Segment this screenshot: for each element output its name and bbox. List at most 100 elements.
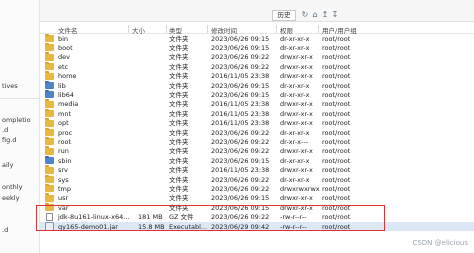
history-button[interactable]: 历史	[272, 10, 296, 21]
file-owner: root/root	[322, 100, 351, 109]
column-separator[interactable]	[276, 25, 277, 33]
jar-file-icon	[45, 222, 54, 231]
table-row[interactable]: srv 文件夹 2016/11/05 23:38 drwxr-xr-x root/roo…	[40, 165, 474, 175]
file-permissions: drwxr-xr-x	[280, 147, 313, 156]
file-type: 文件夹	[169, 43, 189, 52]
file-owner: root/root	[322, 156, 351, 165]
file-type: 文件夹	[169, 72, 189, 81]
file-permissions: dr-xr-xr-x	[280, 90, 310, 99]
table-row[interactable]: dev 文件夹 2023/06/26 09:22 drwxr-xr-x root/roo…	[40, 52, 474, 62]
folder-link-icon	[45, 155, 54, 165]
table-row[interactable]: usr 文件夹 2023/06/26 09:15 drwxr-xr-x root/roo…	[40, 193, 474, 203]
file-modified: 2023/06/29 09:42	[211, 222, 270, 231]
refresh-icon[interactable]: ↻	[301, 10, 309, 20]
file-modified: 2023/06/26 09:15	[211, 194, 270, 203]
column-separator[interactable]	[166, 25, 167, 33]
file-permissions: drwxrwxrwx	[280, 184, 320, 193]
table-row[interactable]: lib 文件夹 2023/06/26 09:15 dr-xr-xr-x root/roo…	[40, 80, 474, 90]
left-pane: tives ompletio .d fig.d aily onthly eekl…	[0, 0, 40, 253]
file-modified: 2023/06/26 09:15	[211, 203, 270, 212]
table-row[interactable]: mnt 文件夹 2016/11/05 23:38 drwxr-xr-x root/roo…	[40, 108, 474, 118]
left-item[interactable]: .d	[2, 126, 8, 134]
table-row[interactable]: home 文件夹 2016/11/05 23:38 drwxr-xr-x root/ro…	[40, 71, 474, 81]
file-owner: root/root	[322, 184, 351, 193]
file-modified: 2023/06/26 09:22	[211, 62, 270, 71]
table-row[interactable]: run 文件夹 2023/06/26 09:22 drwxr-xr-x root/roo…	[40, 146, 474, 156]
folder-icon	[45, 183, 54, 193]
folder-link-icon	[45, 89, 54, 99]
table-row[interactable]: sbin 文件夹 2023/06/26 09:15 dr-xr-xr-x root/ro…	[40, 155, 474, 165]
left-item[interactable]: eekly	[2, 194, 19, 202]
file-type: 文件夹	[169, 175, 189, 184]
file-modified: 2023/06/26 09:15	[211, 43, 270, 52]
left-item[interactable]: tives	[2, 82, 18, 90]
left-item[interactable]: aily	[2, 161, 13, 169]
file-name: dev	[58, 53, 70, 62]
left-item[interactable]: fig.d	[2, 136, 16, 144]
table-row[interactable]: bin 文件夹 2023/06/26 09:15 dr-xr-xr-x root/roo…	[40, 33, 474, 43]
table-row[interactable]: tmp 文件夹 2023/06/26 09:22 drwxrwxrwx root/roo…	[40, 183, 474, 193]
table-row[interactable]: jdk-8u161-linux-x64... 181 MB GZ 文件 2023/06…	[40, 213, 474, 222]
column-separator[interactable]	[318, 25, 319, 33]
file-permissions: dr-xr-xr-x	[280, 175, 310, 184]
file-type: 文件夹	[169, 128, 189, 137]
table-row[interactable]: var 文件夹 2023/06/26 09:15 drwxr-xr-x root/roo…	[40, 202, 474, 212]
file-name: proc	[58, 128, 73, 137]
file-name: tmp	[58, 184, 72, 193]
file-name: mnt	[58, 109, 71, 118]
table-row[interactable]: sys 文件夹 2023/06/26 09:22 dr-xr-xr-x root/roo…	[40, 174, 474, 184]
file-size: 181 MB	[138, 213, 163, 222]
file-owner: root/root	[322, 34, 351, 43]
file-permissions: drwxr-xr-x	[280, 119, 313, 128]
left-item[interactable]: ompletio	[2, 116, 31, 124]
file-name: srv	[58, 166, 68, 175]
file-name: sys	[58, 175, 69, 184]
file-name: run	[58, 147, 69, 156]
folder-icon	[45, 202, 54, 212]
file-modified: 2016/11/05 23:38	[211, 100, 270, 109]
file-owner: root/root	[322, 203, 351, 212]
file-permissions: drwxr-xr-x	[280, 62, 313, 71]
table-row[interactable]: etc 文件夹 2023/06/26 09:22 drwxr-xr-x root/roo…	[40, 61, 474, 71]
column-separator[interactable]	[128, 25, 129, 33]
upload-icon[interactable]: ↥	[321, 10, 329, 20]
file-modified: 2016/11/05 23:38	[211, 72, 270, 81]
file-modified: 2023/06/26 09:22	[211, 213, 270, 222]
left-item[interactable]: .d	[2, 226, 8, 234]
file-type: 文件夹	[169, 100, 189, 109]
file-type: 文件夹	[169, 62, 189, 71]
folder-icon	[45, 127, 54, 136]
file-permissions: dr-xr-x---	[280, 137, 309, 146]
file-modified: 2023/06/26 09:15	[211, 90, 270, 99]
file-name: home	[58, 72, 77, 81]
table-row[interactable]: lib64 文件夹 2023/06/26 09:15 dr-xr-xr-x root/r…	[40, 89, 474, 99]
file-owner: root/root	[322, 90, 351, 99]
folder-icon	[45, 118, 54, 127]
file-name: usr	[58, 194, 69, 203]
file-permissions: dr-xr-xr-x	[280, 43, 310, 52]
file-type: 文件夹	[169, 203, 189, 212]
folder-icon	[45, 52, 54, 61]
table-row[interactable]: opt 文件夹 2016/11/05 23:38 drwxr-xr-x root/roo…	[40, 118, 474, 128]
file-name: jdk-8u161-linux-x64...	[58, 213, 130, 222]
file-owner: root/root	[322, 53, 351, 62]
table-row[interactable]: root 文件夹 2023/06/26 09:22 dr-xr-x--- root/ro…	[40, 136, 474, 146]
toolbar: 历史 ↻ ⌂ ↥ ↧	[40, 0, 474, 22]
table-row[interactable]: proc 文件夹 2023/06/26 09:22 dr-xr-xr-x root/ro…	[40, 127, 474, 137]
table-row[interactable]: qy165-demo01.jar 15.8 MB Executabl... 2023/…	[40, 222, 474, 232]
column-separator[interactable]	[207, 25, 208, 33]
file-name: lib64	[58, 90, 75, 99]
file-name: bin	[58, 34, 69, 43]
table-row[interactable]: media 文件夹 2016/11/05 23:38 drwxr-xr-x root/r…	[40, 99, 474, 109]
file-permissions: drwxr-xr-x	[280, 203, 313, 212]
file-owner: root/root	[322, 62, 351, 71]
download-icon[interactable]: ↧	[331, 10, 339, 20]
file-type: 文件夹	[169, 53, 189, 62]
table-row[interactable]: boot 文件夹 2023/06/26 09:15 dr-xr-xr-x root/ro…	[40, 42, 474, 52]
folder-icon	[45, 33, 54, 42]
home-icon[interactable]: ⌂	[311, 10, 319, 20]
file-type: GZ 文件	[169, 213, 194, 222]
left-item[interactable]: onthly	[2, 183, 22, 191]
file-modified: 2016/11/05 23:38	[211, 166, 270, 175]
file-permissions: drwxr-xr-x	[280, 194, 313, 203]
